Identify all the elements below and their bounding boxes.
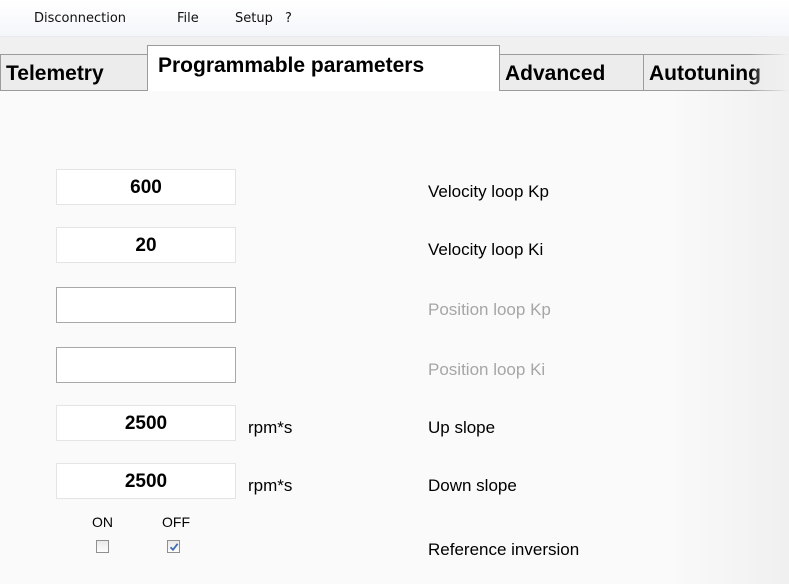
position-kp-field[interactable] — [56, 287, 236, 323]
tab-strip: Telemetry Programmable parameters Advanc… — [0, 36, 789, 92]
tab-programmable-parameters[interactable]: Programmable parameters — [147, 45, 500, 91]
up-slope-label: Up slope — [428, 418, 496, 437]
velocity-kp-field[interactable]: 600 — [56, 169, 236, 205]
menu-disconnection[interactable]: Disconnection — [34, 0, 126, 36]
menu-setup[interactable]: Setup — [235, 0, 273, 36]
velocity-kp-label: Velocity loop Kp — [428, 182, 549, 201]
down-slope-label: Down slope — [428, 476, 517, 495]
menu-help[interactable]: ? — [285, 0, 292, 36]
menu-file[interactable]: File — [177, 0, 199, 36]
reference-inversion-off-checkbox[interactable] — [167, 540, 180, 553]
up-slope-unit: rpm*s — [248, 418, 293, 437]
down-slope-field[interactable]: 2500 — [56, 463, 236, 499]
down-slope-unit: rpm*s — [248, 476, 293, 495]
position-ki-label: Position loop Ki — [428, 360, 546, 379]
tab-fade — [749, 36, 789, 92]
off-label: OFF — [162, 514, 190, 530]
panel-fade — [669, 91, 789, 584]
position-ki-field[interactable] — [56, 347, 236, 383]
reference-inversion-label: Reference inversion — [428, 540, 580, 559]
velocity-ki-field[interactable]: 20 — [56, 227, 236, 263]
position-kp-label: Position loop Kp — [428, 300, 551, 319]
up-slope-field[interactable]: 2500 — [56, 405, 236, 441]
tab-advanced[interactable]: Advanced — [499, 54, 644, 90]
velocity-ki-label: Velocity loop Ki — [428, 240, 544, 259]
reference-inversion-on-checkbox[interactable] — [96, 540, 109, 553]
menu-bar: Disconnection File Setup ? — [0, 0, 789, 37]
on-label: ON — [92, 514, 113, 530]
tab-telemetry[interactable]: Telemetry — [0, 54, 148, 90]
checkmark-icon — [169, 543, 179, 552]
